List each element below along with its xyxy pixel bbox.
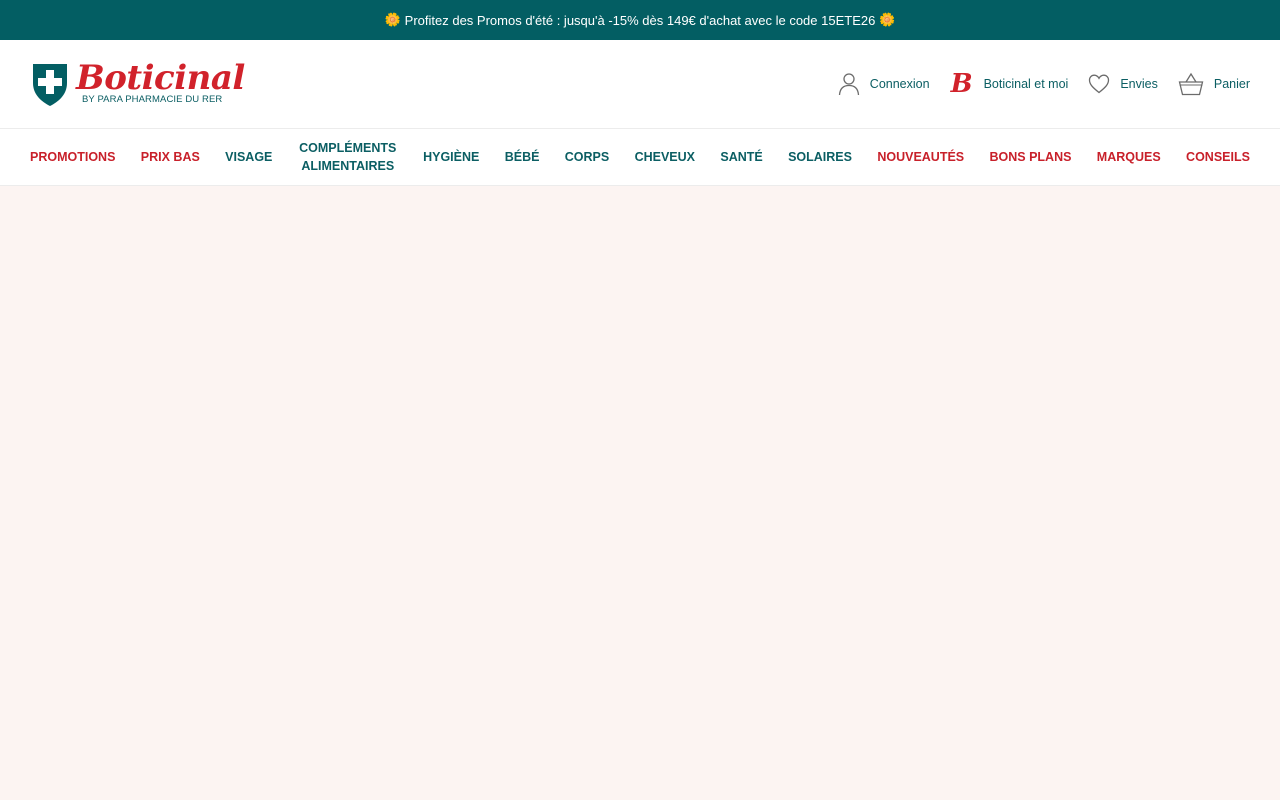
user-icon <box>838 73 859 96</box>
header-actions: Connexion B Boticinal et moi Envies Pani… <box>838 71 1250 97</box>
boticinal-account-label: Boticinal et moi <box>983 77 1069 91</box>
nav-item-cheveux[interactable]: CHEVEUX <box>635 148 695 166</box>
nav-item-solaires[interactable]: SOLAIRES <box>788 148 852 166</box>
promo-banner[interactable]: 🌼 Profitez des Promos d'été : jusqu'à -1… <box>0 0 1280 40</box>
cart-label: Panier <box>1213 77 1250 91</box>
boticinal-account-link[interactable]: B Boticinal et moi <box>950 71 1069 97</box>
nav-item-corps[interactable]: CORPS <box>565 148 609 166</box>
wishlist-label: Envies <box>1120 77 1158 91</box>
nav-item-nouveautes[interactable]: NOUVEAUTÉS <box>877 148 964 166</box>
wishlist-link[interactable]: Envies <box>1088 74 1158 94</box>
shield-cross-icon <box>33 64 67 106</box>
nav-item-bebe[interactable]: BÉBÉ <box>505 148 540 166</box>
nav-item-hygiene[interactable]: HYGIÈNE <box>423 148 479 166</box>
nav-item-visage[interactable]: VISAGE <box>225 148 272 166</box>
nav-item-bons-plans[interactable]: BONS PLANS <box>990 148 1072 166</box>
main-content <box>0 186 1280 800</box>
basket-icon <box>1178 72 1204 96</box>
brand-logo[interactable]: Boticinal BY PARA PHARMACIE DU RER <box>30 57 245 107</box>
sun-icon: 🌼 <box>879 12 896 27</box>
nav-item-sante[interactable]: SANTÉ <box>720 148 762 166</box>
site-header: Boticinal BY PARA PHARMACIE DU RER Conne… <box>0 40 1280 128</box>
heart-icon <box>1089 74 1110 94</box>
nav-item-marques[interactable]: MARQUES <box>1097 148 1161 166</box>
nav-item-promotions[interactable]: PROMOTIONS <box>30 148 115 166</box>
brand-tagline: BY PARA PHARMACIE DU RER <box>82 93 223 105</box>
brand-name: Boticinal <box>76 57 245 98</box>
login-link[interactable]: Connexion <box>838 72 930 96</box>
login-label: Connexion <box>869 77 930 91</box>
cart-link[interactable]: Panier <box>1178 72 1250 96</box>
main-navigation: PROMOTIONS PRIX BAS VISAGE COMPLÉMENTS A… <box>0 128 1280 186</box>
boticinal-b-icon: B <box>950 69 973 99</box>
sun-icon: 🌼 <box>384 12 401 27</box>
promo-text: Profitez des Promos d'été : jusqu'à -15%… <box>404 12 876 28</box>
nav-item-prix-bas[interactable]: PRIX BAS <box>141 148 200 166</box>
nav-item-complements-alimentaires[interactable]: COMPLÉMENTS ALIMENTAIRES <box>298 139 398 175</box>
nav-item-conseils[interactable]: CONSEILS <box>1186 148 1250 166</box>
